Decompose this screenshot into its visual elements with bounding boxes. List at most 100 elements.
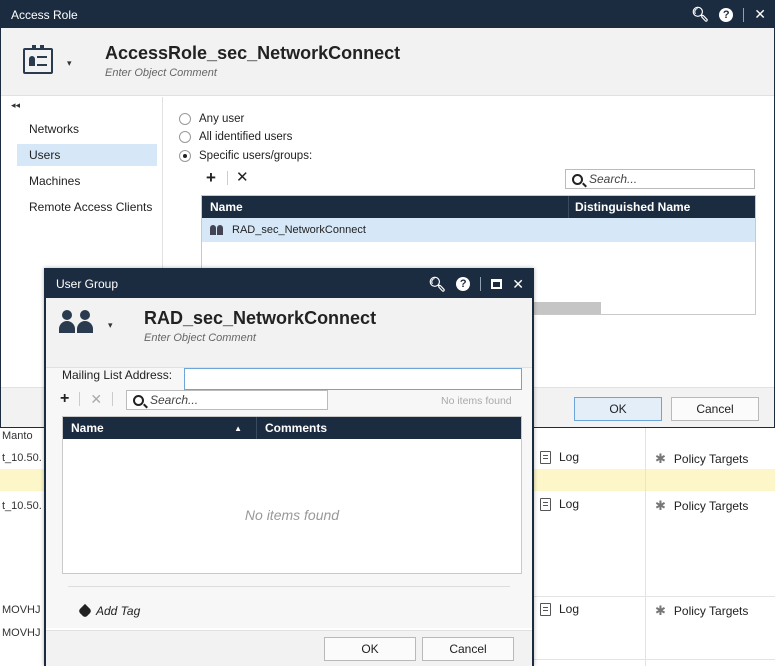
members-toolbar: + ✕ [60,390,114,408]
cancel-button[interactable]: Cancel [671,397,759,421]
add-button[interactable]: + [206,168,216,188]
object-header: ▾ RAD_sec_NetworkConnect Enter Object Co… [46,298,532,368]
radio-specific-users[interactable]: Specific users/groups: [179,150,312,162]
column-header-name[interactable]: Name [202,196,569,218]
row-label: t_10.50. [2,452,42,464]
add-tag-button[interactable]: Add Tag [77,603,141,619]
results-status: No items found [441,395,512,407]
dialog-footer: OK Cancel [46,630,532,666]
object-comment[interactable]: Enter Object Comment [105,67,217,79]
search-placeholder: Search... [589,172,638,186]
user-group-titlebar[interactable]: User Group 🔍︎ ? ✕ [46,270,532,298]
column-header-comments[interactable]: Comments [257,421,327,435]
row-label: MOVHJ [2,604,41,616]
sidebar-item-label: Remote Access Clients [29,200,153,214]
asterisk-icon: ✱ [655,451,666,466]
search-icon [572,173,583,185]
row-name: RAD_sec_NetworkConnect [232,224,366,236]
ok-button[interactable]: OK [324,637,416,661]
object-name[interactable]: RAD_sec_NetworkConnect [144,308,376,329]
install-on-cell[interactable]: ✱ Policy Targets [655,603,748,619]
empty-message: No items found [244,507,340,523]
collapse-sidebar-icon[interactable]: ◂◂ [11,100,20,111]
radio-label: All identified users [199,131,293,143]
user-group-icon [210,225,224,235]
user-group-icon[interactable] [58,308,102,336]
column-label: Name [71,421,104,435]
cancel-button[interactable]: Cancel [422,637,514,661]
search-placeholder: Search... [150,393,199,407]
close-icon[interactable]: ✕ [512,276,524,293]
targets-label: Policy Targets [673,452,749,466]
log-icon [540,450,551,464]
install-on-cell[interactable]: ✱ Policy Targets [655,498,748,514]
search-icon[interactable]: 🔍︎ [691,6,709,23]
sidebar-item-machines[interactable]: Machines [17,170,157,192]
targets-label: Policy Targets [673,604,749,618]
maximize-icon[interactable] [491,279,503,289]
row-label: Manto [2,430,33,442]
log-icon [540,602,551,616]
window-title: User Group [56,277,119,291]
search-input[interactable]: Search... [126,390,328,410]
table-header: Name ▲ Comments [63,417,521,439]
close-icon[interactable]: ✕ [754,6,766,23]
help-icon[interactable]: ? [456,277,471,291]
tag-icon [77,603,93,619]
sidebar-item-networks[interactable]: Networks [17,118,157,140]
track-log-cell[interactable]: Log [540,602,579,616]
radio-label: Any user [199,113,245,125]
chevron-down-icon[interactable]: ▾ [108,320,113,331]
asterisk-icon: ✱ [655,603,666,618]
remove-button[interactable]: ✕ [236,168,249,186]
install-on-cell[interactable]: ✱ Policy Targets [655,451,748,467]
log-icon [540,497,551,511]
radio-button[interactable] [179,113,191,125]
radio-all-identified-users[interactable]: All identified users [179,131,292,143]
search-icon [133,394,144,406]
remove-button[interactable]: ✕ [90,391,102,408]
track-log-cell[interactable]: Log [540,450,579,464]
add-button[interactable]: + [60,390,69,408]
mailing-list-input[interactable] [184,368,522,390]
log-label: Log [559,602,580,616]
mailing-list-label: Mailing List Address: [62,368,173,382]
object-name[interactable]: AccessRole_sec_NetworkConnect [105,43,400,64]
sidebar-item-label: Users [29,148,61,162]
search-input[interactable]: Search... [565,169,755,189]
access-role-titlebar[interactable]: Access Role 🔍︎ ? ✕ [1,1,774,28]
user-group-body: Mailing List Address: + ✕ Search... No i… [46,368,532,628]
divider [68,586,510,587]
add-tag-label: Add Tag [96,604,141,618]
access-role-icon[interactable] [23,45,53,74]
asterisk-icon: ✱ [655,498,666,513]
sidebar-item-label: Machines [29,174,81,188]
sort-ascending-icon: ▲ [234,423,242,433]
table-header: Name Distinguished Name [202,196,755,218]
row-label: t_10.50. [2,500,42,512]
object-comment[interactable]: Enter Object Comment [144,332,256,344]
track-log-cell[interactable]: Log [540,497,579,511]
chevron-down-icon[interactable]: ▾ [67,58,72,69]
members-table: Name ▲ Comments No items found [62,416,522,574]
sidebar-item-remote-access-clients[interactable]: Remote Access Clients [17,196,157,218]
radio-button[interactable] [179,131,191,143]
radio-any-user[interactable]: Any user [179,113,244,125]
help-icon[interactable]: ? [719,7,734,22]
sidebar-item-label: Networks [29,122,80,136]
sidebar-item-users[interactable]: Users [17,144,157,166]
window-title: Access Role [11,7,78,22]
radio-label: Specific users/groups: [199,150,313,162]
column-divider [645,428,646,666]
search-icon[interactable]: 🔍︎ [428,276,446,293]
radio-button[interactable] [179,150,191,162]
log-label: Log [559,450,580,464]
ok-button[interactable]: OK [574,397,662,421]
table-row[interactable]: RAD_sec_NetworkConnect [202,218,755,242]
user-group-window: User Group 🔍︎ ? ✕ ▾ RAD_sec_NetworkConne… [44,268,534,666]
column-header-name[interactable]: Name ▲ [63,417,257,439]
column-header-distinguished-name[interactable]: Distinguished Name [569,200,690,214]
targets-label: Policy Targets [673,499,749,513]
row-divider [534,659,775,660]
log-label: Log [559,497,580,511]
